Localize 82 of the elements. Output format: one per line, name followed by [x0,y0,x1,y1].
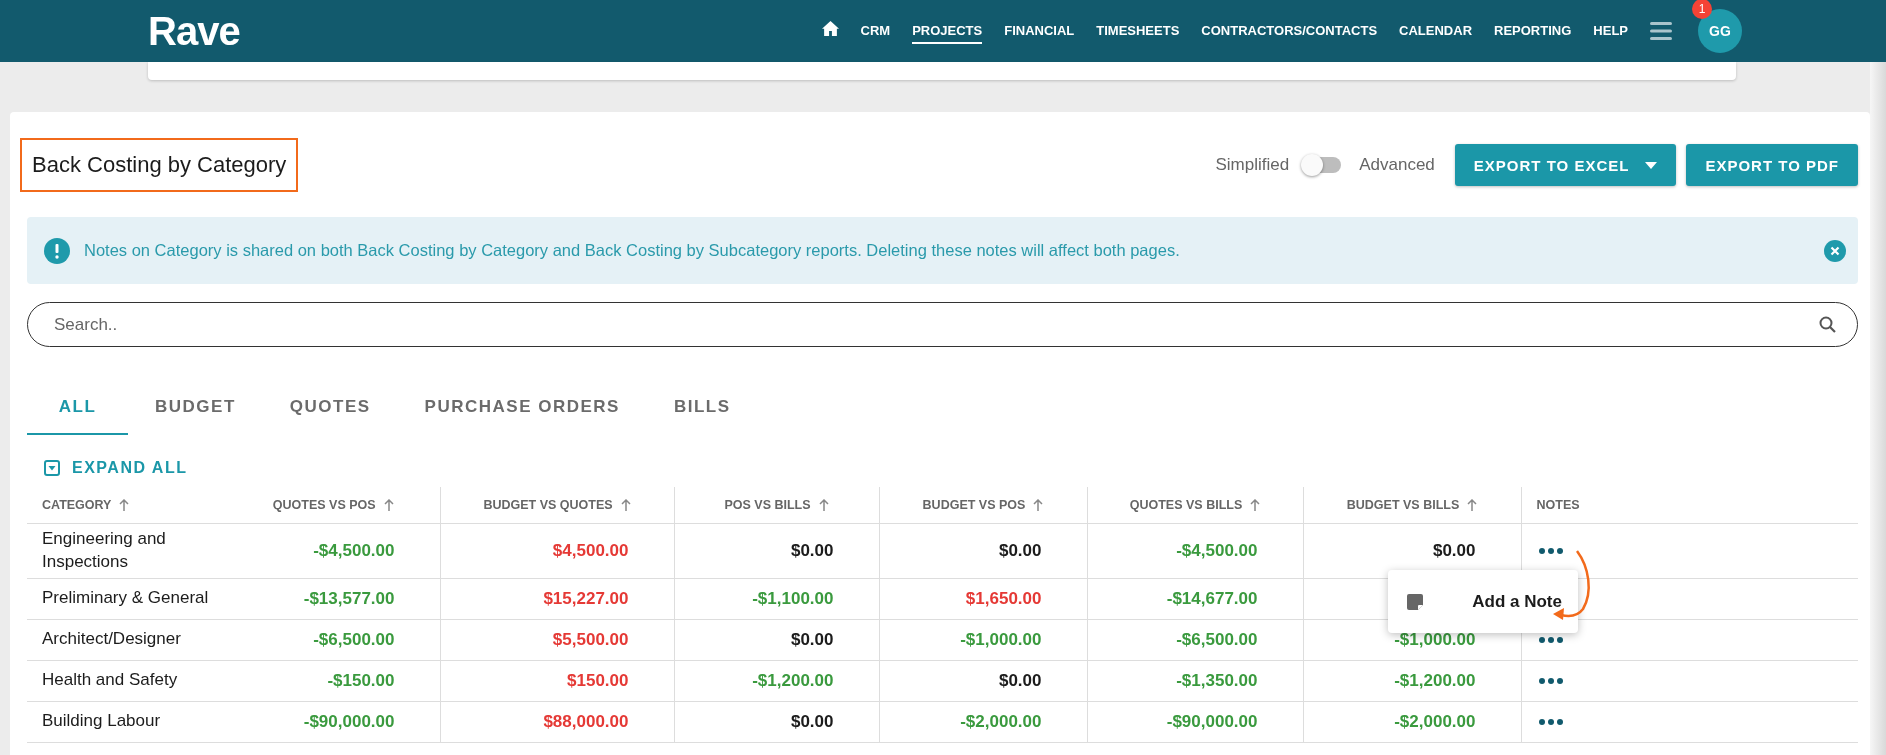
nav-link[interactable]: TIMESHEETS [1096,18,1180,44]
tab[interactable]: PURCHASE ORDERS [397,387,647,435]
menu-icon[interactable] [1650,21,1672,41]
column-header[interactable]: QUOTES VS BILLS [1129,497,1243,512]
amount-value: -$1,350.00 [1176,670,1258,690]
sort-arrow-icon[interactable] [1467,498,1478,511]
amount-value: -$6,500.00 [313,629,395,649]
column-header: NOTES [1536,497,1580,512]
report-title: Back Costing by Category [20,138,299,192]
notification-badge: 1 [1692,0,1712,19]
column-header[interactable]: BUDGET VS BILLS [1346,497,1460,512]
logo: Rave [148,8,240,54]
column-header[interactable]: POS VS BILLS [724,497,811,512]
amount-value: -$13,577.00 [303,588,395,608]
nav-link[interactable]: FINANCIAL [1004,18,1075,44]
info-icon [44,237,70,264]
amount-value: $0.00 [790,629,834,649]
column-header[interactable]: BUDGET VS POS [922,497,1026,512]
category-cell: Architect/Designer [42,628,181,651]
amount-value: -$2,000.00 [1394,711,1476,731]
amount-value: -$90,000.00 [1166,711,1258,731]
nav-link[interactable]: REPORTING [1494,18,1572,44]
amount-value: -$1,100.00 [752,588,834,608]
expand-all-button[interactable]: EXPAND ALL [27,459,188,477]
export-button[interactable]: EXPORT TO PDF [1686,144,1858,186]
category-cell: Preliminary & General [42,587,209,610]
column-header[interactable]: BUDGET VS QUOTES [483,497,613,512]
note-icon [1407,593,1423,610]
amount-value: -$4,500.00 [1176,540,1258,560]
amount-value: $0.00 [790,540,834,560]
tab[interactable]: ALL [27,387,128,435]
nav-link[interactable]: HELP [1593,18,1628,44]
tab[interactable]: QUOTES [262,387,398,435]
amount-value: -$6,500.00 [1176,629,1258,649]
amount-value: $0.00 [790,711,834,731]
amount-value: -$1,000.00 [960,629,1042,649]
menu-item[interactable]: Add a Note [1388,591,1578,612]
nav-link[interactable]: CALENDAR [1399,18,1473,44]
nav-link[interactable]: PROJECTS [912,18,983,44]
amount-value: $0.00 [998,670,1042,690]
column-header[interactable]: QUOTES VS POS [272,497,376,512]
sort-arrow-icon[interactable] [620,498,631,511]
amount-value: $150.00 [567,670,629,690]
toggle-label: Advanced [1359,155,1435,175]
view-switch[interactable] [1301,154,1342,176]
nav-link[interactable]: CRM [860,18,891,44]
search-field[interactable]: Search.. [27,302,1858,347]
amount-value: -$1,200.00 [752,670,834,690]
home-icon [821,21,839,36]
amount-value: -$150.00 [327,670,395,690]
amount-value: $0.00 [1432,540,1476,560]
close-icon[interactable] [1824,239,1846,262]
expand-icon [44,460,60,476]
amount-value: -$2,000.00 [960,711,1042,731]
nav-link[interactable]: CONTRACTORS/CONTACTS [1201,18,1378,44]
amount-value: -$1,000.00 [1394,629,1476,649]
amount-value: $4,500.00 [552,540,629,560]
amount-value: $1,650.00 [965,588,1042,608]
tab[interactable]: BILLS [646,387,758,435]
export-button[interactable]: EXPORT TO EXCEL [1454,144,1677,186]
category-cell-text: Engineering and Inspections [42,527,167,573]
amount-value: -$1,200.00 [1394,670,1476,690]
amount-value: $88,000.00 [543,711,629,731]
sort-arrow-icon[interactable] [1250,498,1261,511]
amount-value: -$4,500.00 [313,540,395,560]
sort-arrow-icon[interactable] [383,498,394,511]
search-icon[interactable] [1819,316,1836,333]
tab[interactable]: BUDGET [128,387,263,435]
amount-value: $0.00 [998,540,1042,560]
amount-value: -$14,677.00 [1166,588,1258,608]
scrollbar[interactable] [1870,62,1886,755]
alert-message: Notes on Category is shared on both Back Costing by Category and Back Costing by Subcategory reports. Deleting these notes will affect both pages. [84,241,1181,260]
column-header[interactable]: CATEGORY [42,497,112,512]
amount-value: $15,227.00 [543,588,629,608]
sort-arrow-icon[interactable] [119,498,130,511]
amount-value: -$90,000.00 [303,711,395,731]
category-cell: Health and Safety [42,669,178,692]
sort-arrow-icon[interactable] [1033,498,1044,511]
sort-arrow-icon[interactable] [818,498,829,511]
toggle-label: Simplified [1215,155,1290,175]
category-cell: Building Labour [42,710,161,733]
amount-value: $5,500.00 [552,629,629,649]
